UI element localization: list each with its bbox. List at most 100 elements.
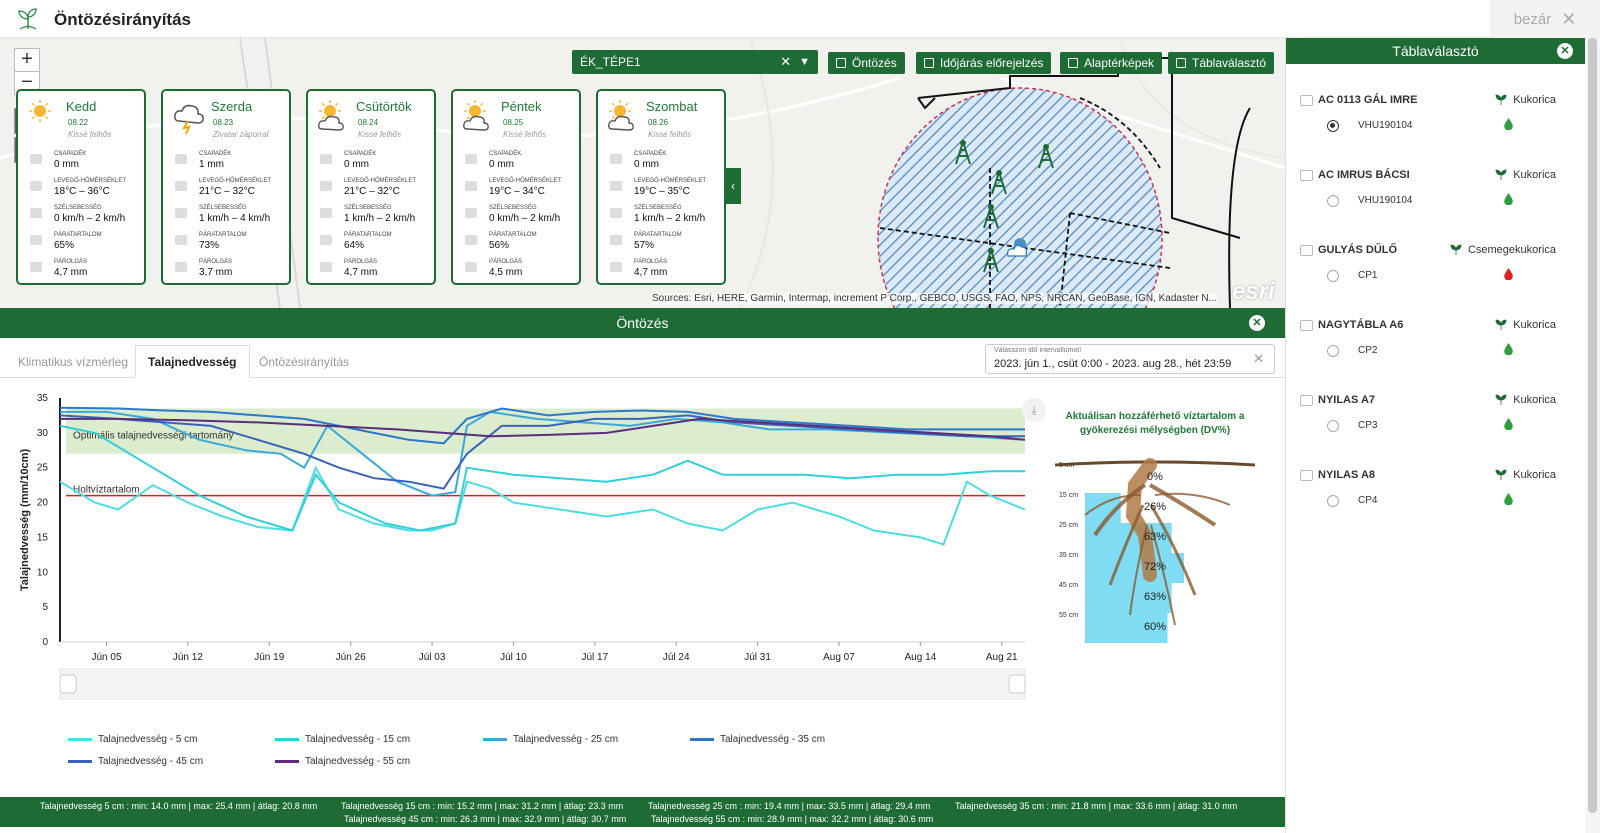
legend-item[interactable]: Talajnedvesség - 45 cm — [68, 756, 203, 767]
field-crop: Csemegekukorica — [1450, 244, 1556, 256]
water-percentage: 0% — [1147, 471, 1163, 483]
date-range-picker[interactable]: Válasszon idő intervallumot! 2023. jún 1… — [985, 344, 1275, 374]
antenna-icon[interactable] — [1035, 142, 1057, 170]
tool-label: Időjárás előrejelzés — [940, 56, 1044, 70]
field-shape-icon — [1300, 470, 1313, 481]
close-app-button[interactable]: bezár ✕ — [1490, 0, 1600, 38]
field-item[interactable]: NAGYTÁBLA A6 Kukorica CP2 — [1286, 315, 1586, 389]
water-drop-icon — [1504, 418, 1513, 430]
field-code: CP4 — [1358, 495, 1378, 506]
legend-item[interactable]: Talajnedvesség - 5 cm — [68, 734, 198, 745]
tool-label: Táblaválasztó — [1192, 56, 1267, 70]
scrollbar[interactable] — [1585, 38, 1600, 833]
field-shape-icon — [1300, 320, 1313, 331]
water-drop-icon — [1504, 118, 1513, 130]
field-radio[interactable] — [1327, 120, 1339, 132]
field-item[interactable]: AC 0113 GÁL IMRE Kukorica VHU190104 — [1286, 90, 1586, 164]
tab-soil-moisture[interactable]: Talajnedvesség — [135, 345, 250, 378]
field-radio[interactable] — [1327, 270, 1339, 282]
antenna-icon[interactable] — [980, 202, 1002, 230]
clear-icon[interactable]: ✕ — [1253, 351, 1264, 367]
tool-forecast-button[interactable]: Időjárás előrejelzés — [916, 52, 1052, 74]
legend-item[interactable]: Talajnedvesség - 55 cm — [275, 756, 410, 767]
tool-label: Alaptérképek — [1084, 56, 1155, 70]
legend-item[interactable]: Talajnedvesség - 35 cm — [690, 734, 825, 745]
field-item[interactable]: AC IMRUS BÁCSI Kukorica VHU190104 — [1286, 165, 1586, 239]
weather-row-label: LEVEGŐ-HŐMÉRSÉKLET — [489, 178, 562, 184]
humidity-icon — [465, 235, 477, 245]
weather-marker-icon[interactable] — [1002, 234, 1030, 262]
field-crop: Kukorica — [1495, 319, 1556, 331]
forecast-icon — [924, 58, 934, 68]
collapse-forecast-button[interactable]: ‹ — [725, 168, 741, 204]
weather-card-1[interactable]: Szerda 08.23 Zivatar záporral CSAPADÉK 1 mm L… — [161, 89, 291, 285]
esri-logo: esri — [1232, 278, 1275, 305]
tool-basemaps-button[interactable]: Alaptérképek — [1060, 52, 1163, 74]
date-range-label: Válasszon idő intervallumot! — [994, 347, 1082, 354]
field-shape-icon — [1300, 170, 1313, 181]
weather-card-0[interactable]: Kedd 08.22 Kissé felhős CSAPADÉK 0 mm LEVEGŐ-… — [16, 89, 146, 285]
weather-row-value: 64% — [344, 240, 365, 251]
navigator-handle-left[interactable] — [59, 674, 77, 694]
leaf-icon — [1495, 169, 1507, 180]
chevron-down-icon[interactable]: ▼ — [799, 56, 810, 68]
field-selector-panel: Táblaválasztó ✕ AC 0113 GÁL IMRE Kukorica… — [1285, 38, 1585, 833]
clear-icon[interactable]: ✕ — [780, 54, 791, 70]
x-tick-label: Júl 10 — [500, 652, 527, 663]
weather-row-value: 0 mm — [54, 159, 79, 170]
crop-name: Kukorica — [1513, 94, 1556, 106]
close-icon[interactable]: ✕ — [1249, 315, 1265, 331]
close-icon[interactable]: ✕ — [1557, 43, 1573, 59]
water-drop-icon — [1504, 493, 1513, 505]
legend-item[interactable]: Talajnedvesség - 15 cm — [275, 734, 410, 745]
water-percentage: 26% — [1144, 501, 1166, 513]
field-name: AC IMRUS BÁCSI — [1318, 169, 1410, 181]
range-navigator[interactable] — [59, 668, 1026, 700]
weather-row-label: PÁRATARTALOM — [634, 232, 682, 238]
root-zone-title: Aktuálisan hozzáférhető víztartalom a gy… — [1065, 411, 1245, 436]
tool-field-selector-button[interactable]: Táblaválasztó — [1168, 52, 1275, 74]
weather-row-label: LEVEGŐ-HŐMÉRSÉKLET — [199, 178, 272, 184]
thermometer-icon — [610, 181, 622, 191]
weather-row-value: 73% — [199, 240, 220, 251]
antenna-icon[interactable] — [952, 138, 974, 166]
tab-irrigation-control[interactable]: Öntözésirányítás — [247, 345, 361, 378]
weather-card-4[interactable]: Szombat 08.26 Kissé felhős CSAPADÉK 0 mm LEVE… — [596, 89, 726, 285]
field-select-value: ÉK_TÉPE1 — [580, 55, 641, 69]
weather-row-value: 0 mm — [489, 159, 514, 170]
field-item[interactable]: NYILAS A7 Kukorica CP3 — [1286, 390, 1586, 464]
tool-irrigation-button[interactable]: Öntözés — [828, 52, 905, 74]
weather-card-2[interactable]: Csütörtök 08.24 Kissé felhős CSAPADÉK 0 mm LE… — [306, 89, 436, 285]
weather-row-label: CSAPADÉK — [199, 151, 232, 157]
weather-day: Csütörtök — [356, 99, 412, 114]
field-radio[interactable] — [1327, 420, 1339, 432]
legend-item[interactable]: Talajnedvesség - 25 cm — [483, 734, 618, 745]
field-code: VHU190104 — [1358, 120, 1413, 131]
x-tick-label: Aug 14 — [905, 652, 937, 663]
field-radio[interactable] — [1327, 345, 1339, 357]
zoom-in-button[interactable]: + — [14, 48, 40, 72]
field-item[interactable]: NYILAS A8 Kukorica CP4 — [1286, 465, 1586, 539]
weather-row-value: 4,5 mm — [489, 267, 523, 278]
leaf-icon — [1450, 244, 1462, 255]
series-line-0[interactable] — [59, 465, 1026, 546]
download-button[interactable]: ⤓ — [1022, 398, 1046, 422]
map-view[interactable]: + − ÉK_TÉPE1 ✕ ▼ Öntözés Időjárás előrej… — [0, 38, 1285, 308]
field-item[interactable]: GULYÁS DŰLŐ Csemegekukorica CP1 — [1286, 240, 1586, 314]
wind-icon — [175, 208, 187, 218]
antenna-icon[interactable] — [980, 246, 1002, 274]
stat-summary: Talajnedvesség 35 cm : min: 21.8 mm | ma… — [955, 801, 1238, 811]
weather-card-3[interactable]: Péntek 08.25 Kissé felhős CSAPADÉK 0 mm LEVEG… — [451, 89, 581, 285]
scrollbar-thumb[interactable] — [1588, 38, 1597, 813]
water-drop-icon — [1504, 343, 1513, 355]
field-radio[interactable] — [1327, 495, 1339, 507]
field-radio[interactable] — [1327, 195, 1339, 207]
stat-summary: Talajnedvesség 45 cm : min: 26.3 mm | ma… — [344, 814, 627, 824]
weather-day: Kedd — [66, 99, 97, 114]
field-select-dropdown[interactable]: ÉK_TÉPE1 ✕ ▼ — [572, 50, 818, 74]
navigator-handle-right[interactable] — [1008, 674, 1026, 694]
tab-climatic-water-balance[interactable]: Klimatikus vízmérleg — [6, 345, 140, 378]
optimal-band-label: Optimális talajnedvességi tartomány — [73, 430, 234, 441]
evaporation-icon — [320, 262, 332, 272]
antenna-icon[interactable] — [988, 168, 1010, 196]
